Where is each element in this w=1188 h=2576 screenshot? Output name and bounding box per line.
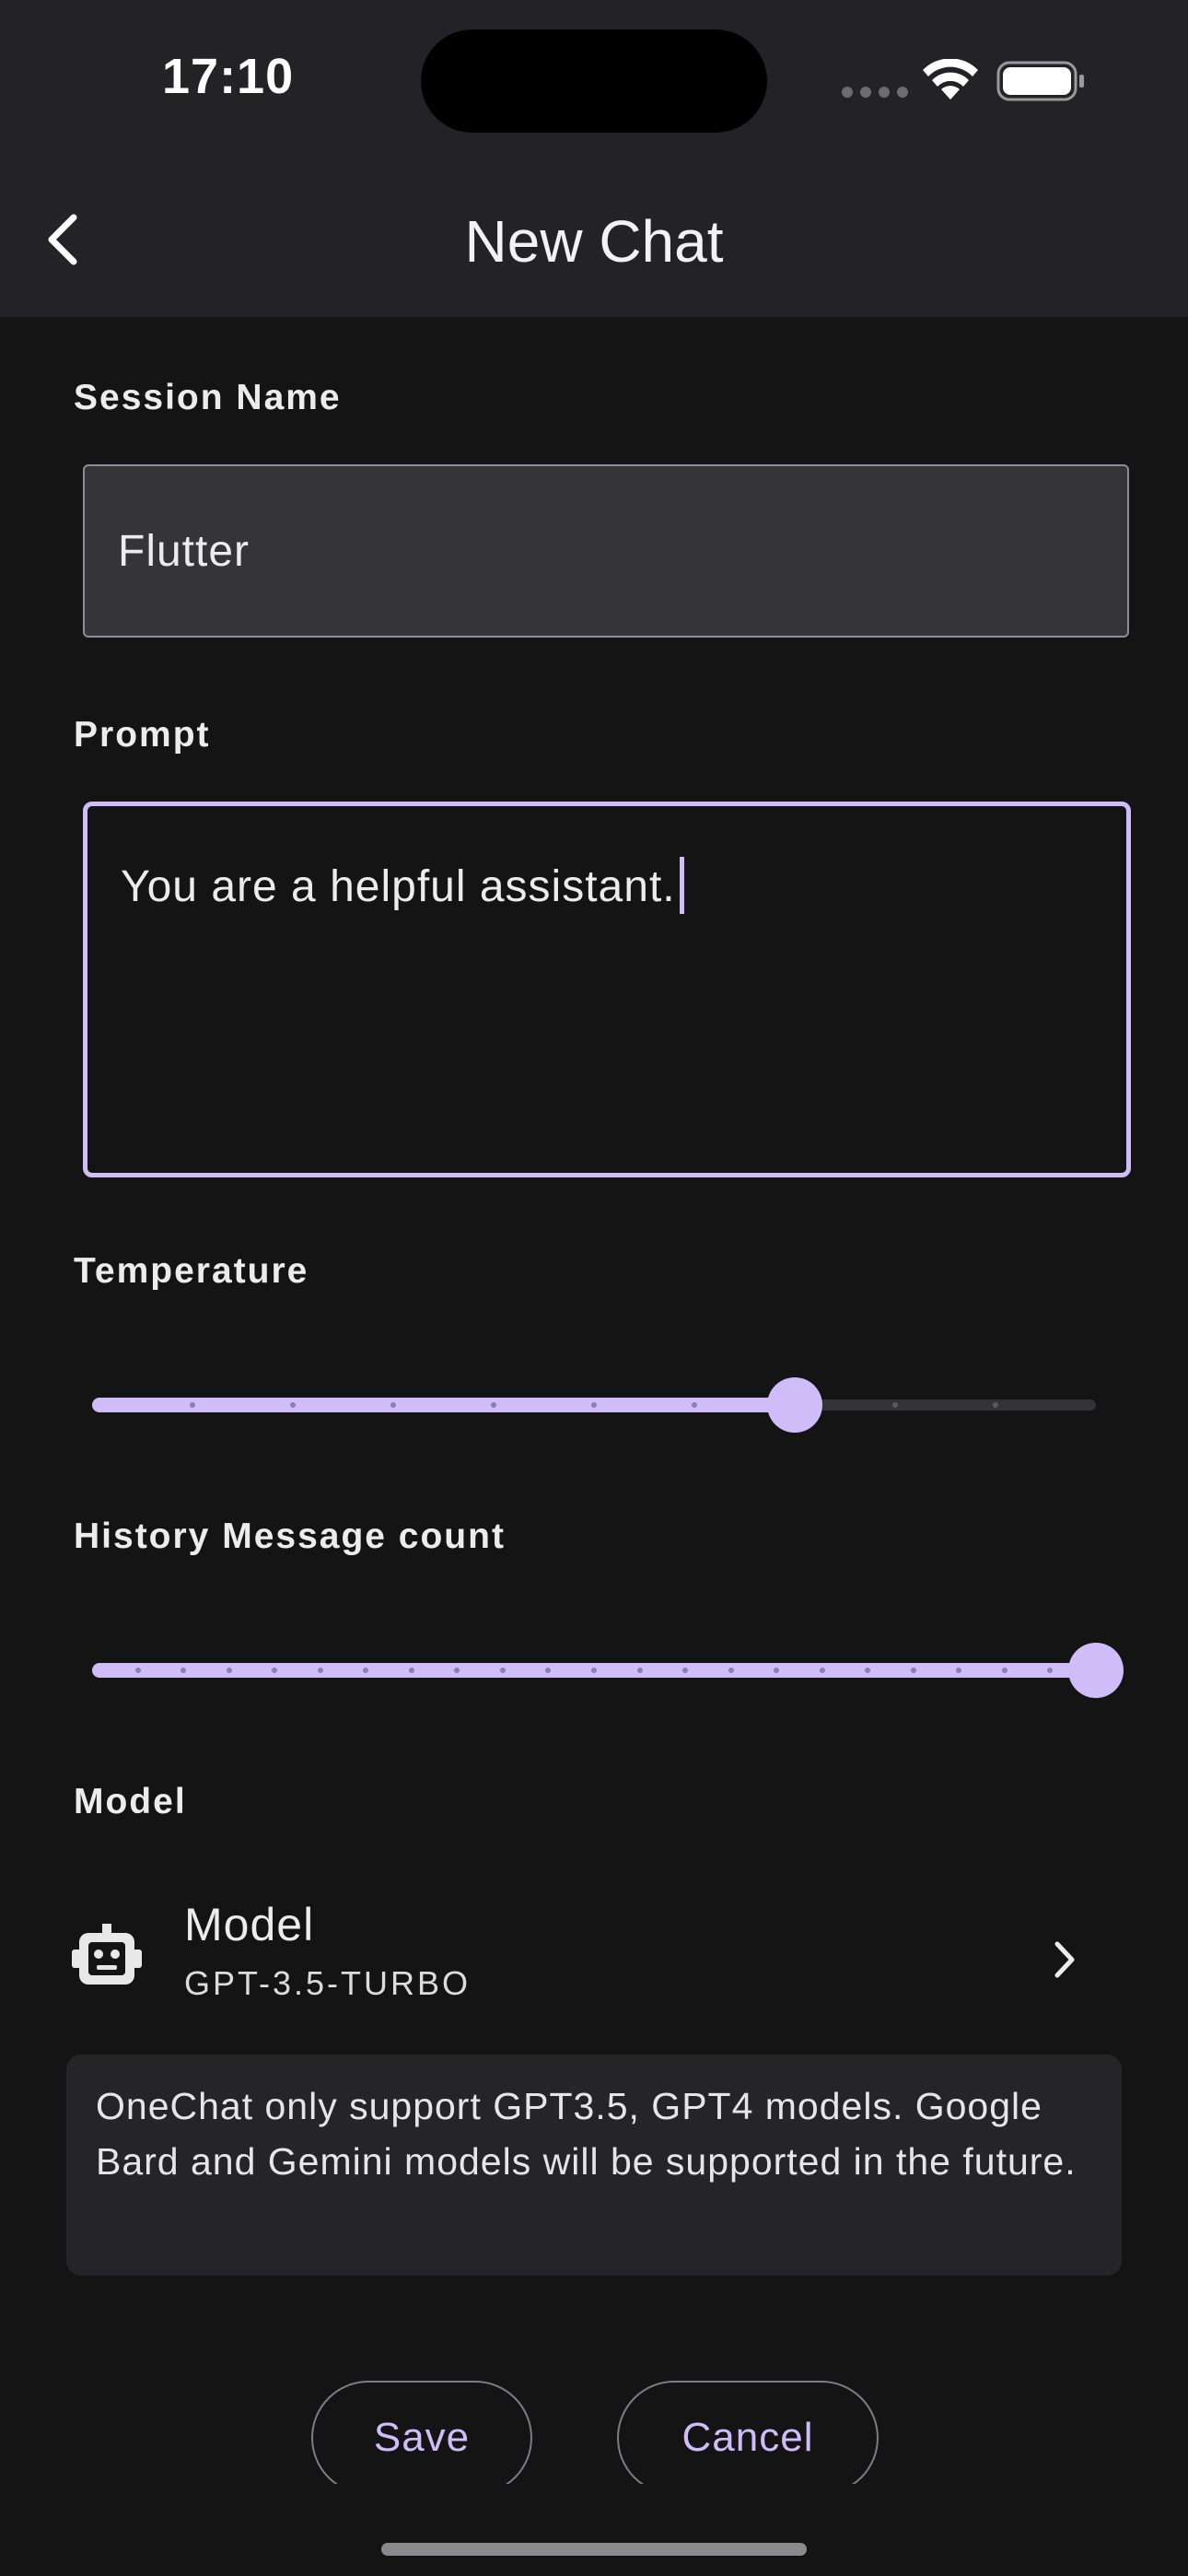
- slider-active-track: [92, 1398, 795, 1412]
- prompt-text: You are a helpful assistant.: [121, 862, 676, 911]
- cellular-signal-icon: [842, 87, 908, 98]
- dynamic-island: [421, 29, 767, 133]
- slider-tick: [491, 1402, 496, 1408]
- slider-tick: [692, 1402, 697, 1408]
- slider-tick: [910, 1668, 916, 1673]
- page-title: New Chat: [464, 208, 724, 275]
- app-bar: 17:10 New Chat: [0, 0, 1188, 317]
- slider-tick: [892, 1402, 898, 1408]
- prompt-textarea[interactable]: You are a helpful assistant.: [83, 802, 1131, 1177]
- model-row-title: Model: [184, 1899, 315, 1950]
- history-count-label: History Message count: [74, 1516, 506, 1556]
- text-caret: [679, 857, 684, 915]
- slider-tick: [728, 1668, 734, 1673]
- model-selector[interactable]: Model GPT-3.5-TURBO: [55, 1879, 1151, 2064]
- new-chat-screen: 17:10 New Chat Session Name Flutter Prom…: [0, 0, 1188, 2576]
- chevron-left-icon: [48, 214, 77, 265]
- prompt-label: Prompt: [74, 715, 211, 755]
- slider-tick: [390, 1402, 396, 1408]
- model-label: Model: [74, 1782, 187, 1821]
- slider-tick: [226, 1668, 232, 1673]
- slider-tick: [134, 1668, 141, 1673]
- model-row-value: GPT-3.5-TURBO: [184, 1964, 472, 2002]
- wifi-icon: [923, 59, 978, 100]
- slider-tick: [290, 1402, 296, 1408]
- chevron-right-icon: [1054, 1941, 1075, 1978]
- slider-tick: [993, 1402, 998, 1408]
- status-time: 17:10: [162, 49, 295, 104]
- history-count-slider[interactable]: [92, 1638, 1124, 1703]
- save-button[interactable]: Save: [311, 2381, 532, 2495]
- battery-icon: [996, 61, 1084, 101]
- bottom-safe-area: [0, 2484, 1188, 2576]
- session-name-label: Session Name: [74, 378, 342, 417]
- temperature-label: Temperature: [74, 1251, 309, 1291]
- model-info-card: OneChat only support GPT3.5, GPT4 models…: [66, 2055, 1122, 2276]
- slider-tick: [636, 1668, 643, 1673]
- back-button[interactable]: [33, 205, 92, 275]
- temperature-slider[interactable]: [92, 1373, 1096, 1437]
- slider-tick: [1001, 1668, 1007, 1673]
- slider-tick: [408, 1668, 414, 1673]
- slider-tick: [499, 1668, 506, 1673]
- slider-tick: [190, 1402, 195, 1408]
- session-name-input[interactable]: Flutter: [83, 464, 1129, 638]
- slider-tick: [591, 1668, 597, 1673]
- robot-icon: [72, 1924, 142, 1985]
- cancel-button[interactable]: Cancel: [617, 2381, 879, 2495]
- home-indicator: [381, 2543, 807, 2556]
- slider-tick: [819, 1668, 825, 1673]
- slider-thumb[interactable]: [767, 1377, 822, 1433]
- slider-tick: [317, 1668, 323, 1673]
- slider-thumb[interactable]: [1068, 1643, 1124, 1698]
- slider-tick: [591, 1402, 597, 1408]
